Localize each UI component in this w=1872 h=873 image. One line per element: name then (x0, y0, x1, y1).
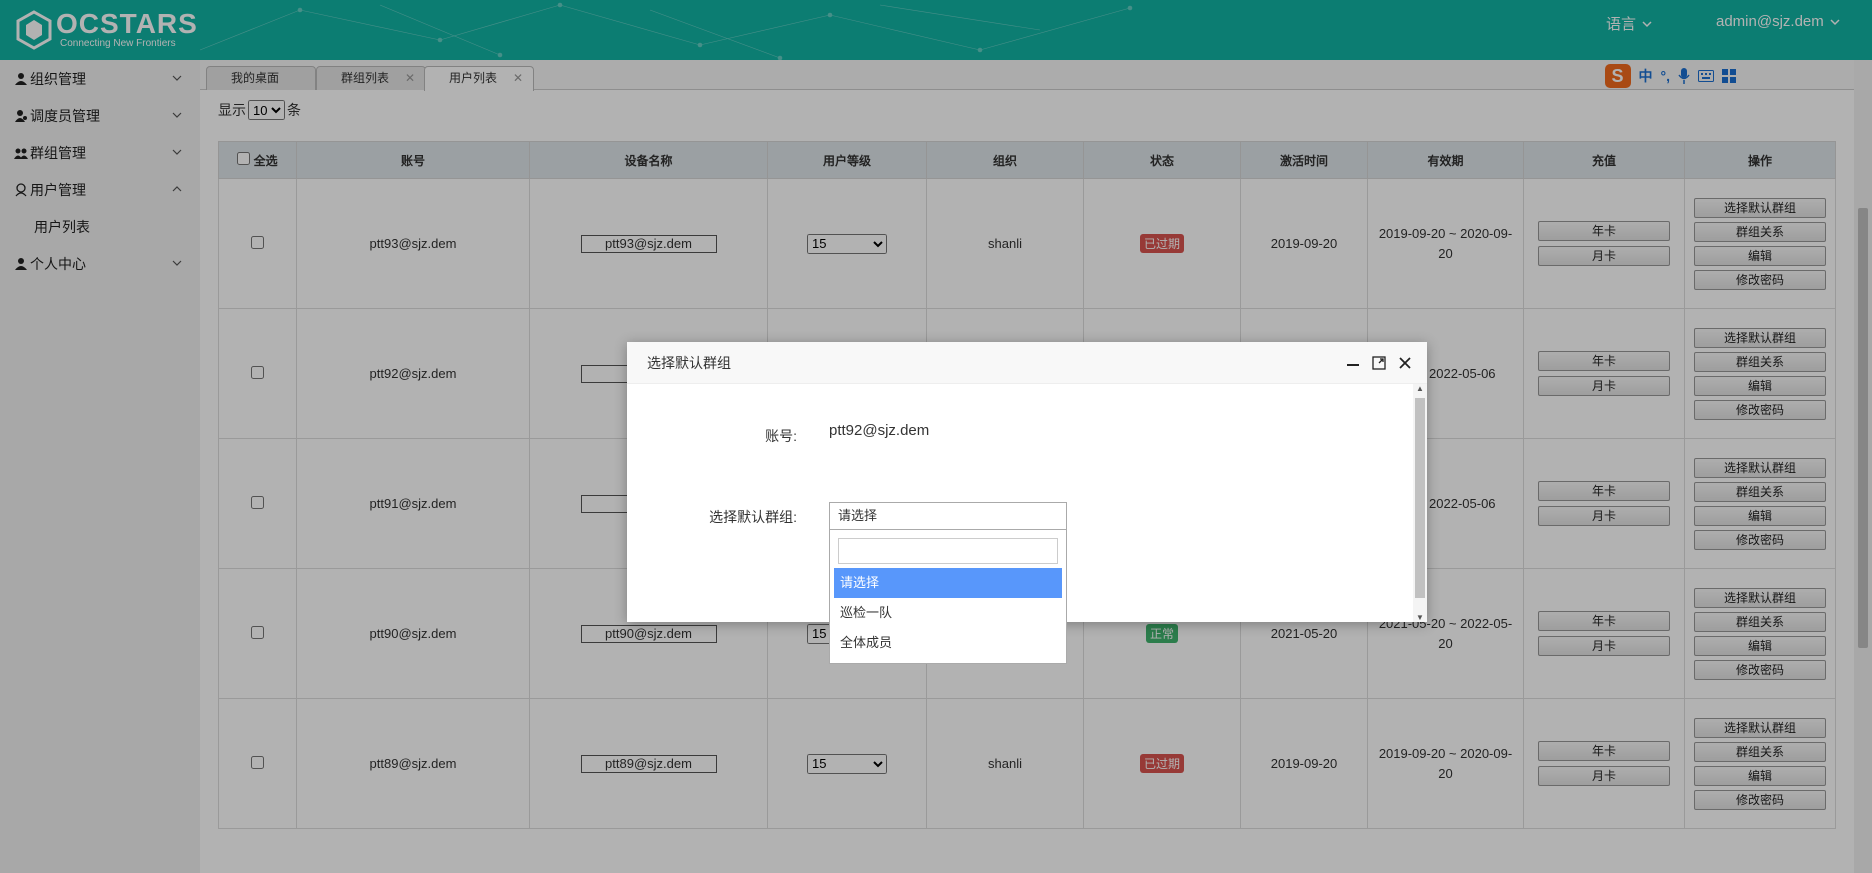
dialog-scrollbar-thumb[interactable] (1415, 398, 1425, 598)
account-label: 账号: (765, 428, 797, 444)
default-group-select[interactable]: 请选择 (829, 502, 1067, 530)
dialog-titlebar: 选择默认群组 (627, 342, 1427, 384)
scroll-down-icon[interactable]: ▼ (1415, 613, 1425, 622)
dialog-body: 账号: ptt92@sjz.dem 选择默认群组: 请选择 请选择 巡检一队 全… (627, 384, 1413, 664)
default-group-select-value: 请选择 (838, 508, 878, 523)
minimize-icon[interactable] (1345, 355, 1361, 371)
select-default-group-dialog: 选择默认群组 账号: ptt92@sjz.dem 选择默认群组: 请选择 请选择… (627, 342, 1427, 664)
account-value: ptt92@sjz.dem (829, 422, 930, 439)
dialog-title: 选择默认群组 (647, 355, 731, 371)
dropdown-search-input[interactable] (838, 538, 1058, 564)
dropdown-option[interactable]: 全体成员 (834, 628, 1062, 658)
group-select-label: 选择默认群组: (709, 509, 797, 525)
scroll-up-icon[interactable]: ▲ (1415, 384, 1425, 393)
close-icon[interactable] (1397, 355, 1413, 371)
group-dropdown: 请选择 巡检一队 全体成员 (829, 530, 1067, 664)
dialog-scrollbar[interactable]: ▲ ▼ (1413, 384, 1427, 622)
maximize-icon[interactable] (1371, 355, 1387, 371)
dropdown-option[interactable]: 请选择 (834, 568, 1062, 598)
dropdown-option[interactable]: 巡检一队 (834, 598, 1062, 628)
